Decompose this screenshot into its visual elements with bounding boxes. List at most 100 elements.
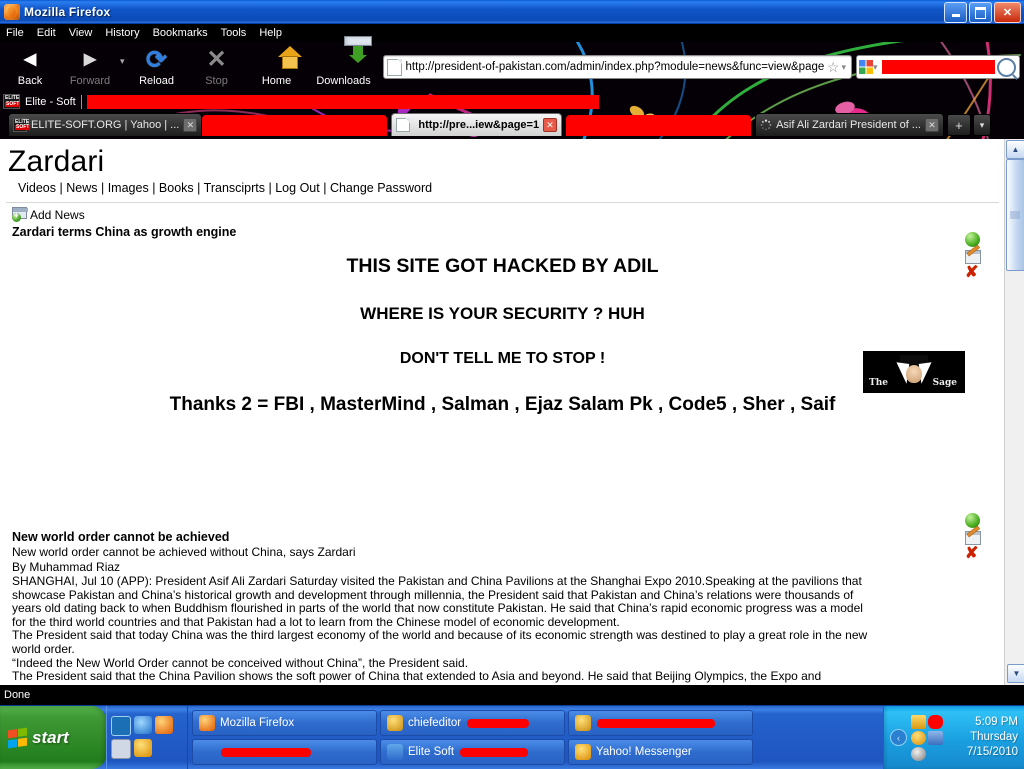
menu-edit[interactable]: Edit	[37, 27, 56, 39]
reload-icon: ⟳	[146, 46, 167, 74]
task-redacted-2[interactable]	[192, 739, 377, 765]
chevron-down-icon[interactable]: ▾	[120, 56, 125, 67]
task-redacted-1[interactable]	[568, 710, 753, 736]
search-icon[interactable]	[997, 57, 1016, 77]
edit-icon[interactable]	[965, 531, 981, 545]
task-chiefeditor[interactable]: chiefeditor	[380, 710, 565, 736]
redacted-icon[interactable]	[928, 714, 943, 729]
banner-text-right: Sage	[932, 378, 957, 388]
nav-separator: |	[100, 181, 105, 195]
downloads-button[interactable]: Downloads	[307, 36, 381, 87]
nav-link-videos[interactable]: Videos	[18, 181, 56, 195]
page-icon	[386, 58, 402, 76]
tab-close-icon[interactable]: ✕	[543, 118, 558, 132]
site-nav: Videos | News | Images | Books | Transci…	[18, 181, 1004, 195]
task-label: Yahoo! Messenger	[596, 746, 692, 758]
task-elite-soft[interactable]: Elite Soft	[380, 739, 565, 765]
mail-icon[interactable]	[911, 714, 926, 729]
scroll-up-button[interactable]: ▲	[1006, 140, 1024, 159]
clock-day: Thursday	[970, 731, 1018, 743]
search-bar[interactable]: ▾	[856, 55, 1020, 79]
minimize-button[interactable]	[944, 2, 967, 23]
url-dropdown-icon[interactable]: ▾	[841, 62, 846, 73]
news-row-actions-2: ✘	[965, 513, 987, 562]
menu-tools[interactable]: Tools	[221, 27, 247, 39]
avg-icon[interactable]	[911, 746, 926, 761]
page-title: Zardari	[8, 145, 105, 178]
bookmark-redacted[interactable]	[86, 94, 599, 109]
close-button[interactable]: ✕	[994, 2, 1021, 23]
search-engine-dropdown-icon[interactable]: ▾	[873, 62, 878, 73]
forward-button[interactable]: ▶ Forward	[60, 44, 120, 88]
clock-date: 7/15/2010	[966, 746, 1018, 758]
nav-link-change-password[interactable]: Change Password	[330, 181, 432, 195]
list-all-tabs-button[interactable]: ▾	[972, 114, 991, 136]
tab-elite-soft[interactable]: ELITE SOFT ELITE-SOFT.ORG | Yahoo | ... ✕	[8, 113, 203, 136]
tab-redacted-1[interactable]	[202, 115, 388, 136]
tab-president-admin[interactable]: http://pre...iew&page=1 ✕	[391, 113, 563, 136]
stop-label: Stop	[205, 75, 228, 87]
clock-time: 5:09 PM	[975, 716, 1018, 728]
network-icon[interactable]	[928, 730, 943, 745]
task-mozilla-firefox[interactable]: Mozilla Firefox	[192, 710, 377, 736]
elite-soft-icon	[387, 744, 403, 760]
tab-close-icon[interactable]: ✕	[183, 118, 198, 132]
back-arrow-icon: ◀	[23, 51, 37, 68]
delete-icon[interactable]: ✘	[965, 265, 987, 281]
task-yahoo-messenger[interactable]: Yahoo! Messenger	[568, 739, 753, 765]
scroll-down-button[interactable]: ▼	[1007, 664, 1024, 683]
internet-explorer-icon[interactable]	[134, 716, 152, 734]
add-news-link[interactable]: Add News	[12, 207, 1004, 222]
restore-button[interactable]	[969, 2, 992, 23]
back-label: Back	[17, 75, 43, 87]
show-hidden-icons-button[interactable]: ‹	[890, 729, 907, 746]
article-subtitle: New world order cannot be achieved witho…	[12, 545, 356, 559]
page-scrollbar[interactable]: ▲ ▼	[1004, 139, 1024, 685]
menu-view[interactable]: View	[69, 27, 93, 39]
home-label: Home	[261, 75, 292, 87]
yahoo-messenger-icon[interactable]	[911, 730, 926, 745]
system-clock[interactable]: 5:09 PM Thursday 7/15/2010	[947, 715, 1018, 760]
nav-link-transcripts[interactable]: Transciprts	[204, 181, 265, 195]
tab-asif-ali-zardari[interactable]: Asif Ali Zardari President of ... ✕	[755, 113, 944, 136]
reload-button[interactable]: ⟳ Reload	[127, 44, 187, 87]
nav-link-news[interactable]: News	[66, 181, 97, 195]
tab-redacted-2[interactable]	[566, 115, 752, 136]
tab-label: Asif Ali Zardari President of ...	[776, 119, 921, 131]
windows-logo-icon	[8, 727, 27, 748]
browser-status-bar: Done	[0, 685, 1024, 705]
url-text[interactable]: http://president-of-pakistan.com/admin/i…	[406, 61, 825, 73]
menu-help[interactable]: Help	[259, 27, 282, 39]
firefox-icon[interactable]	[155, 716, 173, 734]
edit-icon[interactable]	[965, 250, 981, 264]
start-button[interactable]: start	[0, 706, 106, 769]
media-player-icon[interactable]	[111, 716, 131, 736]
loading-spinner-icon	[760, 119, 772, 131]
nav-link-books[interactable]: Books	[159, 181, 194, 195]
new-tab-button[interactable]: +	[946, 114, 971, 136]
redacted-text	[460, 747, 529, 757]
tab-close-icon[interactable]: ✕	[924, 118, 939, 132]
messenger-icon	[387, 715, 403, 731]
show-desktop-icon[interactable]	[111, 739, 131, 759]
yahoo-messenger-icon[interactable]	[134, 739, 152, 757]
menu-history[interactable]: History	[105, 27, 139, 39]
home-button[interactable]: Home	[247, 44, 307, 87]
system-tray: ‹ 5:09 PM Thursday 7/15/2010	[883, 706, 1024, 769]
delete-icon[interactable]: ✘	[965, 546, 987, 562]
stop-button[interactable]: ✕ Stop	[187, 44, 247, 87]
back-button[interactable]: ◀ Back	[0, 44, 60, 88]
defacement-line-2: WHERE IS YOUR SECURITY ? HUH	[360, 304, 645, 323]
bookmark-star-icon[interactable]: ☆	[827, 59, 840, 76]
defacement-line-3: DON'T TELL ME TO STOP !	[399, 350, 606, 367]
url-bar[interactable]: http://president-of-pakistan.com/admin/i…	[382, 55, 852, 79]
bookmark-elite-soft[interactable]: Elite - Soft	[25, 96, 76, 108]
menu-file[interactable]: File	[6, 27, 24, 39]
page-viewport: Zardari Videos | News | Images | Books |…	[0, 139, 1024, 685]
menu-bookmarks[interactable]: Bookmarks	[153, 27, 208, 39]
scrollbar-thumb[interactable]	[1006, 159, 1024, 271]
search-input[interactable]	[881, 60, 995, 74]
nav-link-images[interactable]: Images	[108, 181, 149, 195]
nav-link-logout[interactable]: Log Out	[275, 181, 319, 195]
article-title: New world order cannot be achieved	[12, 530, 230, 544]
